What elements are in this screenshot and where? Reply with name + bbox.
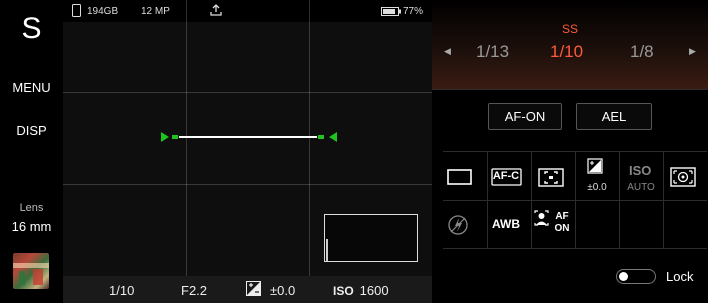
- flash-button[interactable]: [443, 201, 487, 249]
- exposure-comp-readout: ±0.0: [270, 283, 296, 298]
- shutter-speed-dial[interactable]: SS ◀ 1/13 1/10 1/8 ▶: [432, 0, 708, 90]
- histogram: [324, 214, 418, 262]
- focus-mode-button[interactable]: AF-C: [487, 152, 531, 200]
- lens-label: Lens: [19, 202, 44, 214]
- aperture-readout: F2.2: [181, 283, 208, 298]
- face-af-button[interactable]: AF ON: [531, 201, 575, 249]
- disp-button[interactable]: DISP: [0, 123, 63, 138]
- svg-text:ISO: ISO: [629, 163, 651, 178]
- function-grid: AF-C ±0.0 ISO AUTO AWB AF ON: [443, 151, 707, 249]
- exposure-info-bar: 1/10 F2.2 ±0.0 ISO 1600: [63, 276, 432, 303]
- status-bar: 194GB 12 MP 77%: [63, 0, 432, 22]
- gallery-thumbnail[interactable]: [13, 253, 49, 289]
- ss-next-value[interactable]: 1/8: [630, 42, 654, 62]
- grid-line: [63, 92, 432, 93]
- control-panel: SS ◀ 1/13 1/10 1/8 ▶ AF-ON AEL AF-C ±0.0…: [432, 0, 708, 303]
- focus-area-button[interactable]: [531, 152, 575, 200]
- level-indicator: [161, 132, 337, 142]
- dial-left-arrow-icon[interactable]: ◀: [444, 46, 451, 57]
- exposure-comp-value: ±0.0: [587, 182, 607, 193]
- iso-label: ISO: [333, 284, 354, 298]
- lock-toggle[interactable]: [616, 269, 656, 284]
- battery-percent: 77%: [403, 6, 424, 17]
- menu-button[interactable]: MENU: [0, 80, 63, 95]
- dial-divider: [432, 89, 708, 90]
- ss-prev-value[interactable]: 1/13: [476, 42, 509, 62]
- shooting-mode[interactable]: S: [0, 12, 63, 46]
- battery-icon: [381, 7, 401, 19]
- ss-current-value[interactable]: 1/10: [550, 42, 583, 62]
- white-balance-button[interactable]: AWB: [487, 201, 531, 249]
- dial-right-arrow-icon[interactable]: ▶: [689, 46, 696, 57]
- focus-mode-label: AF-C: [492, 170, 520, 182]
- empty-slot[interactable]: [663, 201, 707, 249]
- grid-line: [63, 184, 432, 185]
- lock-label: Lock: [666, 269, 694, 284]
- ael-button[interactable]: AEL: [576, 103, 652, 130]
- shutter-speed-readout: 1/10: [109, 283, 135, 298]
- sd-card-icon: [72, 4, 81, 20]
- empty-slot[interactable]: [619, 201, 663, 249]
- af-on-button[interactable]: AF-ON: [488, 103, 562, 130]
- metering-button[interactable]: [663, 152, 707, 200]
- white-balance-label: AWB: [492, 217, 520, 231]
- iso-setting-value: AUTO: [627, 182, 655, 193]
- megapixels: 12 MP: [141, 6, 170, 17]
- viewfinder[interactable]: 194GB 12 MP 77% 1/10 F2.2 ±0.0 ISO 1600: [63, 0, 432, 303]
- iso-value: 1600: [359, 283, 389, 298]
- aspect-ratio-icon: [447, 169, 472, 185]
- exposure-comp-button[interactable]: ±0.0: [575, 152, 619, 200]
- toggle-knob: [619, 272, 628, 281]
- empty-slot[interactable]: [575, 201, 619, 249]
- aspect-ratio-button[interactable]: [443, 152, 487, 200]
- left-rail: S MENU DISP Lens 16 mm: [0, 0, 63, 303]
- storage-remaining: 194GB: [87, 6, 119, 17]
- metering-icon: [670, 167, 696, 187]
- focus-area-icon: [538, 168, 564, 187]
- lens-button[interactable]: 16 mm: [0, 219, 63, 234]
- exposure-comp-icon: [246, 281, 261, 299]
- flash-off-icon: [448, 215, 468, 235]
- iso-readout: ISO 1600: [333, 283, 389, 298]
- upload-icon: [209, 4, 223, 20]
- iso-button[interactable]: ISO AUTO: [619, 152, 663, 200]
- ss-dial-title: SS: [561, 22, 578, 36]
